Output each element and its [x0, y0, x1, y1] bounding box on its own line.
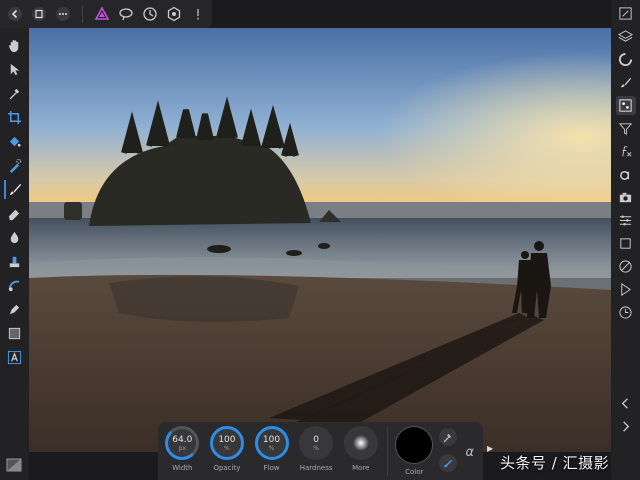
hand-icon[interactable] — [5, 36, 25, 55]
flow-label: Flow — [263, 464, 280, 472]
transform-icon[interactable] — [616, 211, 636, 230]
hardness-value: 0 — [313, 434, 319, 445]
selection-brush-icon[interactable] — [5, 156, 25, 175]
studio-panel — [611, 0, 640, 480]
expand-toolbar-icon[interactable]: ▶ — [487, 444, 493, 453]
crop-icon[interactable] — [5, 108, 25, 127]
filter-icon[interactable] — [616, 119, 636, 138]
adjustments-icon[interactable] — [616, 50, 636, 69]
hardness-unit: % — [313, 444, 319, 452]
watermark: 头条号 / 汇摄影 — [500, 454, 610, 472]
play-icon[interactable] — [616, 280, 636, 299]
eraser-icon[interactable] — [5, 204, 25, 223]
layers-icon[interactable] — [616, 27, 636, 46]
history-icon[interactable] — [141, 5, 159, 23]
dodge-icon[interactable] — [5, 228, 25, 247]
history-icon[interactable] — [616, 257, 636, 276]
context-toolbar: 64.0 px Width 100 % Opacity 100 % Flow 0… — [158, 422, 483, 480]
quickmask-icon[interactable] — [6, 458, 22, 472]
width-value: 64.0 — [172, 434, 193, 445]
color-control[interactable]: Color — [394, 426, 435, 476]
stock-icon[interactable] — [616, 234, 636, 253]
expand-icon[interactable] — [616, 417, 636, 436]
more-label: More — [352, 464, 370, 472]
toolbar-divider — [82, 5, 83, 23]
shape-icon[interactable] — [5, 324, 25, 343]
width-unit: px — [178, 444, 186, 452]
clone-icon[interactable] — [5, 252, 25, 271]
flow-unit: % — [268, 444, 275, 452]
toolbar-divider — [387, 426, 388, 476]
tools-panel — [0, 28, 29, 480]
color-extras — [438, 426, 457, 472]
more-control[interactable]: More — [340, 426, 381, 472]
document-canvas[interactable] — [29, 28, 611, 452]
color-picker-icon[interactable] — [5, 84, 25, 103]
width-label: Width — [172, 464, 193, 472]
assistant-icon[interactable] — [117, 5, 135, 23]
persona-icon[interactable] — [93, 5, 111, 23]
width-control[interactable]: 64.0 px Width — [162, 426, 203, 472]
move-icon[interactable] — [5, 60, 25, 79]
top-toolbar — [0, 0, 212, 28]
healing-icon[interactable] — [5, 276, 25, 295]
more-icon[interactable] — [54, 5, 72, 23]
color-well[interactable] — [395, 426, 434, 464]
fx-icon[interactable] — [616, 142, 636, 161]
opacity-label: Opacity — [213, 464, 241, 472]
width-ring[interactable]: 64.0 px — [165, 426, 200, 460]
back-icon[interactable] — [6, 5, 24, 23]
more-button[interactable] — [343, 426, 378, 460]
settings-icon[interactable] — [165, 5, 183, 23]
color-picker-icon[interactable] — [438, 428, 457, 446]
camera-icon[interactable] — [616, 188, 636, 207]
opacity-ring[interactable]: 100 % — [209, 426, 244, 460]
opacity-control[interactable]: 100 % Opacity — [207, 426, 248, 472]
collapse-icon[interactable] — [616, 394, 636, 413]
brushes-icon[interactable] — [616, 73, 636, 92]
navigator-icon[interactable] — [616, 4, 636, 23]
alpha-icon[interactable]: α — [461, 442, 479, 462]
flow-control[interactable]: 100 % Flow — [251, 426, 292, 472]
pen-icon[interactable] — [5, 300, 25, 319]
styles-icon[interactable] — [616, 165, 636, 184]
document-icon[interactable] — [30, 5, 48, 23]
hardness-control[interactable]: 0 % Hardness — [296, 426, 337, 472]
brush-settings-icon[interactable] — [438, 454, 457, 472]
fill-icon[interactable] — [5, 132, 25, 151]
hardness-label: Hardness — [299, 464, 333, 472]
color-label: Color — [405, 468, 424, 476]
flow-value: 100 — [262, 434, 281, 445]
opacity-unit: % — [224, 444, 230, 452]
text-icon[interactable] — [5, 348, 25, 367]
brush-tip-icon — [352, 435, 369, 451]
alert-icon[interactable] — [189, 5, 207, 23]
flow-ring[interactable]: 100 % — [254, 426, 289, 460]
clock-icon[interactable] — [616, 303, 636, 322]
channels-icon[interactable] — [615, 96, 636, 115]
hardness-ring[interactable]: 0 % — [299, 426, 334, 460]
paint-brush-icon[interactable] — [3, 180, 26, 199]
opacity-value: 100 — [218, 434, 236, 445]
